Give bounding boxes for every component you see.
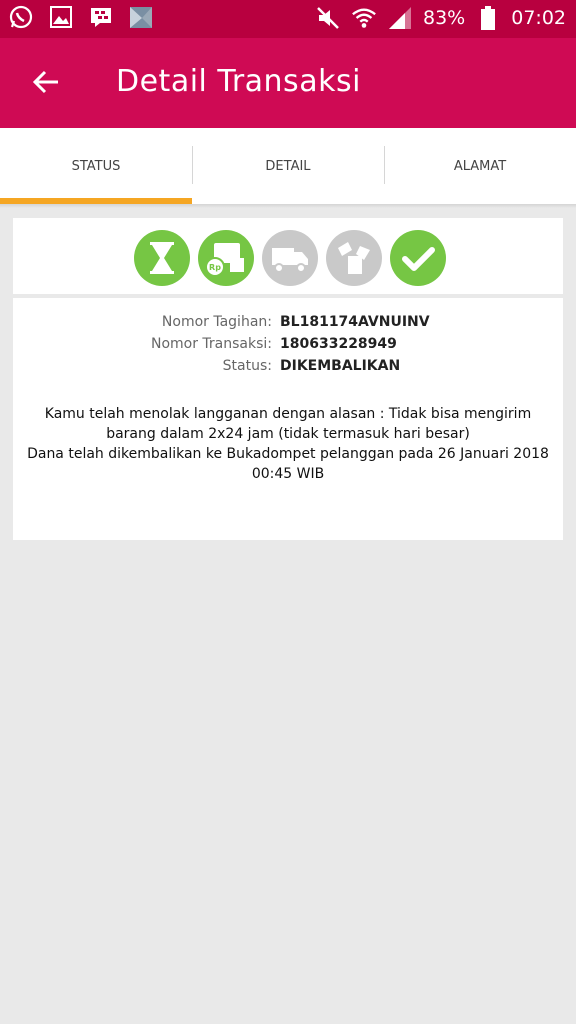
- truck-icon: [272, 248, 308, 273]
- rejection-message: Kamu telah menolak langganan dengan alas…: [44, 406, 532, 442]
- transaction-card: Nomor Tagihan: BL181174AVNUINV Nomor Tra…: [13, 298, 563, 540]
- mute-icon: [315, 5, 341, 31]
- hourglass-icon: [150, 242, 174, 274]
- checkmark-icon: [402, 247, 435, 271]
- status-row: Status: DIKEMBALIKAN: [13, 358, 563, 380]
- package-icon: [338, 242, 370, 274]
- step-shipped: [262, 230, 318, 286]
- back-button[interactable]: [26, 62, 66, 102]
- status-bar: 83% 07:02: [0, 0, 576, 38]
- tab-bar: STATUS DETAIL ALAMAT: [0, 128, 576, 204]
- status-value: DIKEMBALIKAN: [280, 358, 401, 374]
- invoice-row: Nomor Tagihan: BL181174AVNUINV: [13, 314, 563, 336]
- invoice-label: Nomor Tagihan:: [161, 314, 272, 330]
- page-title: Detail Transaksi: [116, 64, 361, 99]
- step-waiting: [134, 230, 190, 286]
- battery-icon: [475, 5, 501, 31]
- battery-percent: 83%: [423, 7, 466, 29]
- svg-text:Rp: Rp: [209, 263, 221, 272]
- progress-steps: Rp: [13, 218, 563, 294]
- invoice-value: BL181174AVNUINV: [280, 314, 430, 330]
- refund-message: Dana telah dikembalikan ke Bukadompet pe…: [27, 446, 549, 482]
- step-received: [326, 230, 382, 286]
- step-paid: Rp: [198, 230, 254, 286]
- whatsapp-icon: [8, 4, 34, 30]
- tab-status[interactable]: STATUS: [0, 128, 192, 204]
- clock: 07:02: [511, 7, 566, 29]
- tab-shadow: [0, 204, 576, 208]
- transaction-value: 180633228949: [280, 336, 397, 352]
- wifi-icon: [351, 5, 377, 31]
- tab-detail[interactable]: DETAIL: [192, 128, 384, 204]
- payment-icon: Rp: [205, 243, 244, 277]
- app-icon: [128, 4, 154, 30]
- tab-alamat[interactable]: ALAMAT: [384, 128, 576, 204]
- app-bar: Detail Transaksi: [0, 38, 576, 128]
- arrow-left-icon: [32, 70, 58, 94]
- gallery-icon: [48, 4, 74, 30]
- step-completed: [390, 230, 446, 286]
- signal-icon: [387, 5, 413, 31]
- status-label: Status:: [222, 358, 272, 374]
- bbm-icon: [88, 4, 114, 30]
- transaction-label: Nomor Transaksi:: [150, 336, 272, 352]
- transaction-row: Nomor Transaksi: 180633228949: [13, 336, 563, 358]
